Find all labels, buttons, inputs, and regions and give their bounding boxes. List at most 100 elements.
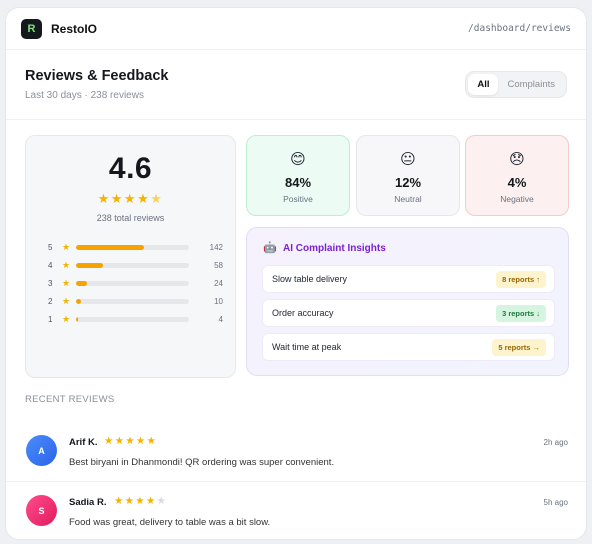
happy-face-icon: 😊 <box>290 151 306 168</box>
app-window: R RestoIO /dashboard/reviews Reviews & F… <box>5 7 587 540</box>
top-bar: R RestoIO /dashboard/reviews <box>6 8 586 50</box>
brand[interactable]: R RestoIO <box>21 18 98 39</box>
insight-label: Wait time at peak <box>272 342 342 352</box>
robot-icon: 🤖 <box>263 242 277 254</box>
star-icon: ★ <box>61 313 71 324</box>
sad-face-icon: 😞 <box>509 151 525 168</box>
star-icon: ★ <box>135 435 147 447</box>
distribution-bar <box>76 280 189 286</box>
insights-header: 🤖 AI Complaint Insights <box>247 228 568 255</box>
recent-reviews-heading: RECENT REVIEWS <box>25 394 115 405</box>
average-stars: ★★★★★ <box>26 191 235 207</box>
star-icon: ★ <box>125 435 136 447</box>
review-item[interactable]: S Sadia R. ★★★★★ 5h ago Food was great, … <box>6 482 586 539</box>
filter-complaints-button[interactable]: Complaints <box>498 74 564 95</box>
distribution-bar <box>76 262 189 268</box>
reviewer-name: Arif K. <box>69 437 98 448</box>
avatar: A <box>26 435 57 466</box>
distribution-row: 5 ★ 142 <box>48 238 223 256</box>
breadcrumb-path: /dashboard/reviews <box>468 23 571 34</box>
insight-row[interactable]: Order accuracy 3 reports ↓ <box>262 299 555 327</box>
review-time: 5h ago <box>543 498 568 507</box>
distribution-bar-fill <box>76 244 144 250</box>
star-icon: ★ <box>114 495 125 507</box>
page-subtitle: Last 30 days · 238 reviews <box>25 90 144 101</box>
star-icon: ★ <box>156 495 168 507</box>
positive-percent: 84% <box>284 175 312 190</box>
star-icon: ★ <box>61 259 71 270</box>
distribution-bar-fill <box>76 316 79 322</box>
negative-percent: 4% <box>507 175 527 190</box>
star-icon: ★ <box>110 191 124 206</box>
positive-label: Positive <box>283 194 313 204</box>
distribution-row: 2 ★ 10 <box>48 292 223 310</box>
star-icon: ★ <box>135 495 146 507</box>
star-count: 58 <box>214 260 223 270</box>
positive-card[interactable]: 😊 84% Positive <box>246 135 350 216</box>
distribution-row: 3 ★ 24 <box>48 274 223 292</box>
reviewer-name: Sadia R. <box>69 497 107 508</box>
page-header: Reviews & Feedback Last 30 days · 238 re… <box>6 50 586 120</box>
neutral-card[interactable]: 😐 12% Neutral <box>356 135 460 216</box>
logo: R <box>21 18 42 39</box>
negative-label: Negative <box>500 194 534 204</box>
insight-row[interactable]: Slow table delivery 8 reports ↑ <box>262 265 555 293</box>
distribution-bar-fill <box>76 298 81 304</box>
star-count: 4 <box>218 314 223 324</box>
review-text: Best biryani in Dhanmondi! QR ordering w… <box>69 457 335 468</box>
star-icon: ★ <box>61 295 71 306</box>
filter-all-button[interactable]: All <box>468 74 499 95</box>
review-stars: ★★★★★ <box>114 495 167 507</box>
half-star-icon: ★ <box>150 191 164 206</box>
star-level: 4 <box>48 260 53 270</box>
star-icon: ★ <box>61 277 71 288</box>
neutral-percent: 12% <box>394 175 422 190</box>
total-reviews: 238 total reviews <box>96 213 165 223</box>
rating-summary-card: 4.6 ★★★★★ 238 total reviews 5 ★ 142 4 ★ 58 3 ★ 2… <box>25 135 236 378</box>
insight-row[interactable]: Wait time at peak 5 reports → <box>262 333 555 361</box>
insights-list: Slow table delivery 8 reports ↑ Order ac… <box>262 265 555 367</box>
distribution-row: 4 ★ 58 <box>48 256 223 274</box>
star-icon: ★ <box>123 191 138 206</box>
star-level: 3 <box>48 278 53 288</box>
negative-card[interactable]: 😞 4% Negative <box>465 135 569 216</box>
distribution-bar-fill <box>76 280 88 286</box>
insight-badge: 8 reports ↑ <box>496 270 546 288</box>
review-item[interactable]: A Arif K. ★★★★★ 2h ago Best biryani in D… <box>6 422 586 482</box>
insight-badge: 5 reports → <box>492 338 546 356</box>
star-icon: ★ <box>104 435 115 447</box>
review-text: Food was great, delivery to table was a … <box>69 517 271 528</box>
insight-badge: 3 reports ↓ <box>496 304 546 322</box>
star-count: 142 <box>209 242 223 252</box>
distribution-bar-fill <box>76 262 104 268</box>
distribution-bar <box>76 298 189 304</box>
insight-label: Slow table delivery <box>272 274 348 284</box>
distribution-bar <box>76 316 189 322</box>
neutral-face-icon: 😐 <box>400 151 416 168</box>
distribution-row: 1 ★ 4 <box>48 310 223 328</box>
star-icon: ★ <box>114 435 126 447</box>
review-stars: ★★★★★ <box>104 435 157 447</box>
star-icon: ★ <box>97 191 111 206</box>
star-level: 2 <box>48 296 53 306</box>
star-level: 1 <box>48 314 53 324</box>
page-title: Reviews & Feedback <box>25 68 169 84</box>
star-icon: ★ <box>61 241 71 252</box>
star-level: 5 <box>48 242 53 252</box>
filter-toggle: All Complaints <box>465 71 567 98</box>
insights-title: AI Complaint Insights <box>283 243 386 254</box>
rating-distribution: 5 ★ 142 4 ★ 58 3 ★ 24 2 ★ 10 1 ★ 4 <box>48 238 223 328</box>
star-count: 10 <box>214 296 223 306</box>
star-icon: ★ <box>137 191 151 206</box>
avatar: S <box>26 495 57 526</box>
star-icon: ★ <box>145 495 157 507</box>
neutral-label: Neutral <box>394 194 422 204</box>
distribution-bar <box>76 244 189 250</box>
review-time: 2h ago <box>543 438 568 447</box>
star-icon: ★ <box>146 435 158 447</box>
star-icon: ★ <box>124 495 136 507</box>
ai-insights-card: 🤖 AI Complaint Insights Slow table deliv… <box>246 227 569 376</box>
app-name: RestoIO <box>51 21 98 36</box>
insight-label: Order accuracy <box>272 308 334 318</box>
star-count: 24 <box>214 278 223 288</box>
